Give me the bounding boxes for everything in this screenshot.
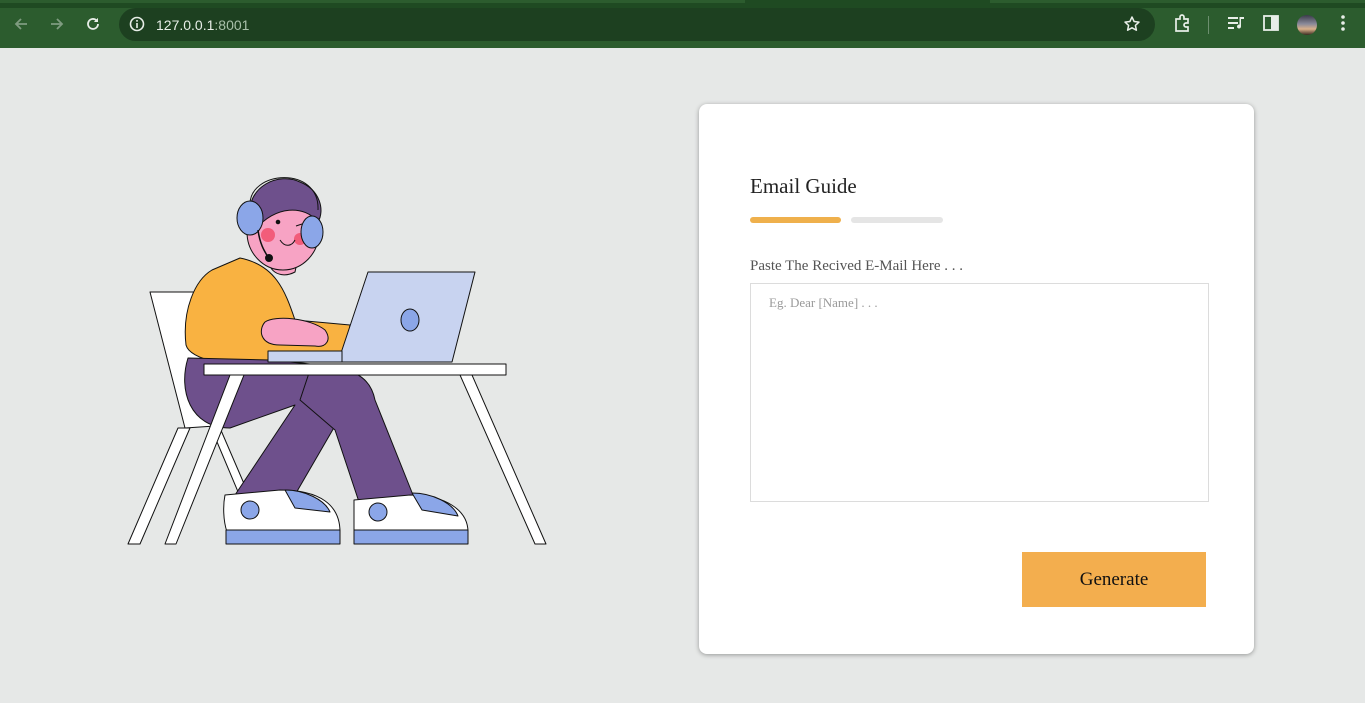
extensions-icon[interactable] (1172, 13, 1192, 33)
toolbar-separator (1208, 16, 1209, 34)
url-port: :8001 (214, 17, 250, 33)
reload-button[interactable] (81, 12, 105, 36)
browser-toolbar: 127.0.0.1:8001 (0, 0, 1365, 48)
received-email-textarea[interactable] (750, 283, 1209, 502)
profile-avatar[interactable] (1297, 15, 1317, 35)
info-icon[interactable] (129, 16, 145, 32)
side-panel-icon[interactable] (1262, 13, 1280, 33)
card-title: Email Guide (750, 174, 857, 198)
reload-icon (87, 18, 99, 30)
media-control-icon[interactable] (1226, 13, 1246, 33)
email-guide-card: Email Guide Paste The Recived E-Mail Her… (699, 104, 1254, 654)
address-bar[interactable]: 127.0.0.1:8001 (119, 8, 1155, 41)
progress-step-1-active (750, 217, 841, 223)
url-host: 127.0.0.1 (156, 17, 215, 33)
back-button[interactable] (9, 12, 33, 36)
forward-arrow-icon (51, 18, 64, 30)
progress-step-2 (851, 217, 943, 223)
email-field-label: Paste The Recived E-Mail Here . . . (750, 258, 963, 274)
back-arrow-icon (14, 18, 27, 30)
more-menu-icon[interactable] (1334, 13, 1352, 33)
star-icon[interactable] (1123, 15, 1141, 33)
person-at-laptop-illustration (127, 177, 547, 545)
forward-button[interactable] (45, 12, 69, 36)
url-text[interactable]: 127.0.0.1:8001 (156, 17, 249, 33)
generate-button[interactable]: Generate (1022, 552, 1206, 607)
